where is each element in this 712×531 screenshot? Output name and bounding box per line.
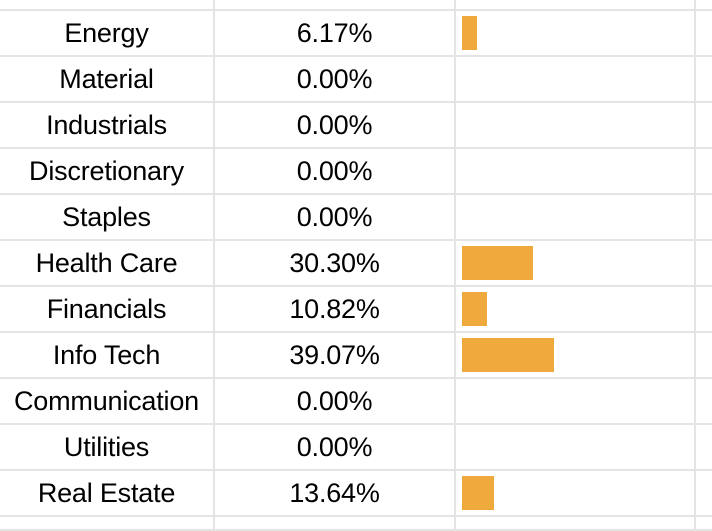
cell-sector-weight[interactable]: 0.00% (214, 378, 456, 425)
bar-wrapper (462, 338, 693, 372)
cell-tail-partial-bottom[interactable] (695, 516, 712, 531)
bar-wrapper (462, 108, 693, 142)
cell-sector-bar[interactable] (455, 240, 696, 287)
bar-wrapper (462, 200, 693, 234)
cell-sector-label[interactable]: Industrials (0, 102, 215, 149)
cell-tail-partial[interactable] (695, 0, 712, 11)
sector-weight-bar (462, 292, 487, 326)
cell-sector-bar[interactable] (455, 10, 696, 57)
cell-sector-label[interactable]: Utilities (0, 424, 215, 471)
cell-sector-weight[interactable]: 0.00% (214, 56, 456, 103)
bar-wrapper (462, 62, 693, 96)
cell-sector-weight[interactable]: 39.07% (214, 332, 456, 379)
table-row: Real Estate 13.64% (0, 470, 712, 517)
bar-wrapper (462, 154, 693, 188)
cell-sector-weight[interactable]: 0.00% (214, 102, 456, 149)
table-row: Utilities 0.00% (0, 424, 712, 471)
cell-sector-weight[interactable]: 0.00% (214, 194, 456, 241)
cell-label-partial-bottom[interactable] (0, 516, 215, 531)
cell-sector-bar[interactable] (455, 286, 696, 333)
bar-wrapper (462, 292, 693, 326)
table-row: Discretionary 0.00% (0, 148, 712, 195)
table-row: Info Tech 39.07% (0, 332, 712, 379)
cell-bar-partial-bottom[interactable] (455, 516, 696, 531)
cell-tail[interactable] (695, 148, 712, 195)
cell-bar-partial[interactable] (455, 0, 696, 11)
cell-sector-weight[interactable]: 10.82% (214, 286, 456, 333)
cell-sector-label[interactable]: Staples (0, 194, 215, 241)
cell-sector-label[interactable]: Discretionary (0, 148, 215, 195)
cell-sector-bar[interactable] (455, 424, 696, 471)
cell-sector-bar[interactable] (455, 378, 696, 425)
table-row: Material 0.00% (0, 56, 712, 103)
bar-wrapper (462, 384, 693, 418)
spreadsheet-sector-weights: Energy 6.17% Material 0.00% Industrials 0.00%… (0, 0, 712, 531)
cell-sector-label[interactable]: Real Estate (0, 470, 215, 517)
cell-sector-label[interactable]: Material (0, 56, 215, 103)
sector-weight-table: Energy 6.17% Material 0.00% Industrials 0.00%… (0, 0, 712, 531)
table-body: Energy 6.17% Material 0.00% Industrials 0.00%… (0, 0, 712, 531)
cell-value-partial-bottom[interactable] (214, 516, 456, 531)
cell-tail[interactable] (695, 286, 712, 333)
cell-tail[interactable] (695, 332, 712, 379)
cell-tail[interactable] (695, 194, 712, 241)
bar-wrapper (462, 430, 693, 464)
table-row-partial-bottom (0, 516, 712, 531)
cell-tail[interactable] (695, 240, 712, 287)
table-row-partial-top (0, 0, 712, 11)
table-row: Staples 0.00% (0, 194, 712, 241)
cell-sector-bar[interactable] (455, 332, 696, 379)
cell-sector-label[interactable]: Info Tech (0, 332, 215, 379)
cell-sector-label[interactable]: Health Care (0, 240, 215, 287)
cell-label-partial[interactable] (0, 0, 215, 11)
cell-value-partial[interactable] (214, 0, 456, 11)
cell-tail[interactable] (695, 10, 712, 57)
table-row: Energy 6.17% (0, 10, 712, 57)
table-row: Industrials 0.00% (0, 102, 712, 149)
cell-tail[interactable] (695, 470, 712, 517)
cell-sector-weight[interactable]: 0.00% (214, 148, 456, 195)
cell-tail[interactable] (695, 424, 712, 471)
cell-sector-bar[interactable] (455, 470, 696, 517)
cell-sector-label[interactable]: Financials (0, 286, 215, 333)
bar-wrapper (462, 476, 693, 510)
cell-sector-label[interactable]: Communication (0, 378, 215, 425)
sector-weight-bar (462, 246, 533, 280)
table-row: Health Care 30.30% (0, 240, 712, 287)
cell-sector-weight[interactable]: 0.00% (214, 424, 456, 471)
cell-sector-weight[interactable]: 13.64% (214, 470, 456, 517)
cell-sector-bar[interactable] (455, 194, 696, 241)
cell-sector-bar[interactable] (455, 148, 696, 195)
sector-weight-bar (462, 476, 494, 510)
sector-weight-bar (462, 338, 554, 372)
bar-wrapper (462, 16, 693, 50)
cell-sector-bar[interactable] (455, 102, 696, 149)
sector-weight-bar (462, 16, 477, 50)
cell-tail[interactable] (695, 56, 712, 103)
cell-sector-label[interactable]: Energy (0, 10, 215, 57)
cell-tail[interactable] (695, 102, 712, 149)
cell-tail[interactable] (695, 378, 712, 425)
table-row: Communication 0.00% (0, 378, 712, 425)
cell-sector-weight[interactable]: 30.30% (214, 240, 456, 287)
table-row: Financials 10.82% (0, 286, 712, 333)
cell-sector-bar[interactable] (455, 56, 696, 103)
bar-wrapper (462, 246, 693, 280)
cell-sector-weight[interactable]: 6.17% (214, 10, 456, 57)
